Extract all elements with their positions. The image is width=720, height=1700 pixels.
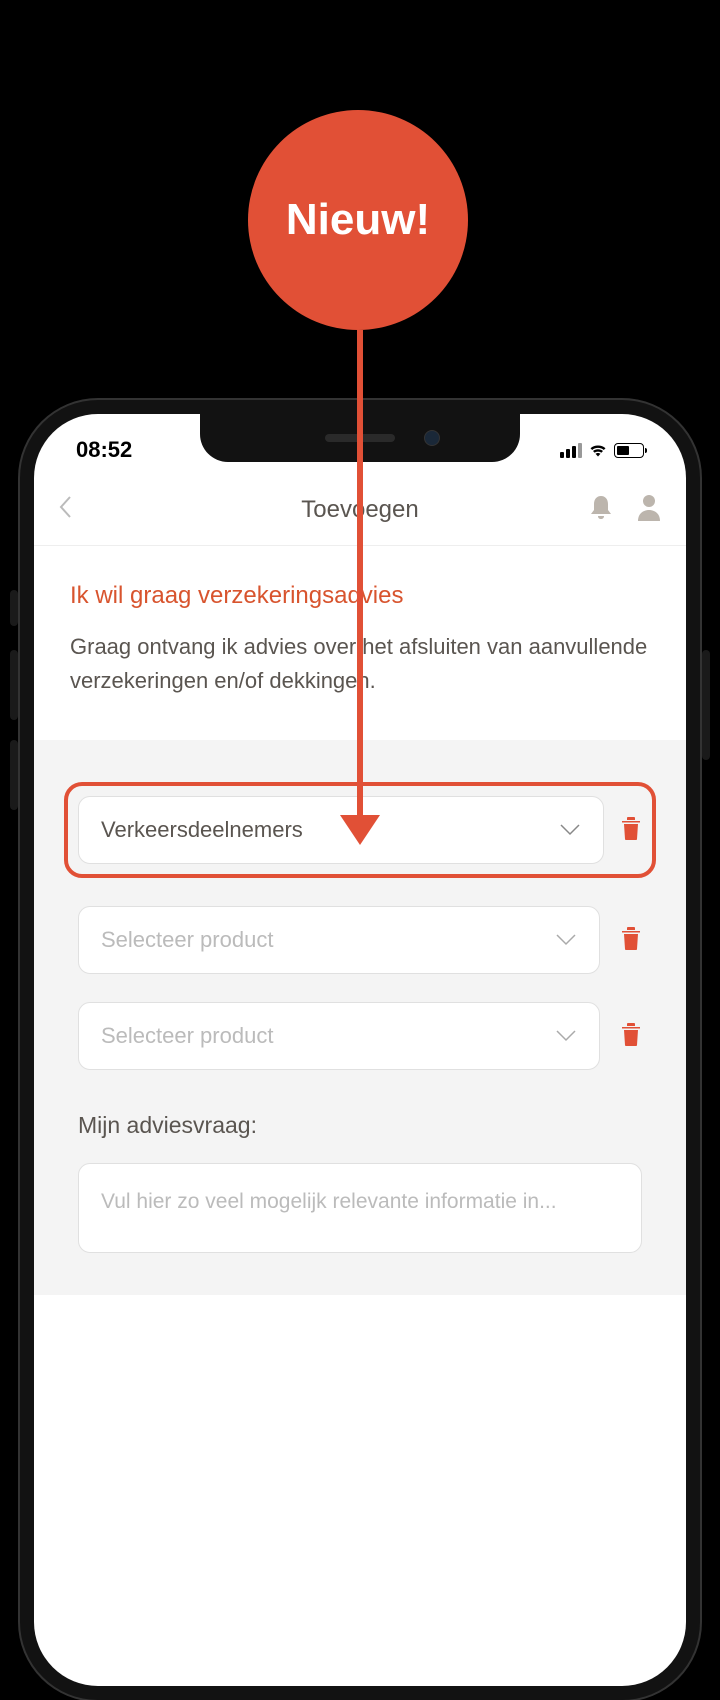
signal-icon <box>560 443 582 458</box>
status-icons <box>560 443 644 458</box>
delete-button[interactable] <box>620 815 642 846</box>
user-icon[interactable] <box>636 493 662 526</box>
bell-icon[interactable] <box>588 493 614 526</box>
phone-mute-switch <box>10 590 18 626</box>
back-button[interactable] <box>58 495 88 524</box>
dropdown-product-1[interactable]: Selecteer product <box>78 906 600 974</box>
callout-line <box>357 330 363 820</box>
battery-icon <box>614 443 644 458</box>
chevron-down-icon <box>555 927 577 953</box>
delete-button[interactable] <box>620 925 642 956</box>
dropdown-product-2[interactable]: Selecteer product <box>78 1002 600 1070</box>
camera-icon <box>424 430 440 446</box>
dropdown-placeholder: Selecteer product <box>101 927 273 953</box>
phone-power-button <box>702 650 710 760</box>
dropdown-value: Verkeersdeelnemers <box>101 817 303 843</box>
textarea-label: Mijn adviesvraag: <box>64 1112 656 1139</box>
dropdown-placeholder: Selecteer product <box>101 1023 273 1049</box>
chevron-down-icon <box>559 817 581 843</box>
status-time: 08:52 <box>76 437 132 463</box>
callout-badge: Nieuw! <box>248 110 468 330</box>
callout-text: Nieuw! <box>286 195 430 245</box>
phone-volume-up <box>10 650 18 720</box>
textarea-placeholder: Vul hier zo veel mogelijk relevante info… <box>101 1190 557 1213</box>
phone-volume-down <box>10 740 18 810</box>
dropdown-row: Selecteer product <box>64 906 656 974</box>
advice-textarea[interactable]: Vul hier zo veel mogelijk relevante info… <box>78 1163 642 1253</box>
delete-button[interactable] <box>620 1021 642 1052</box>
wifi-icon <box>588 443 608 458</box>
callout-arrow-icon <box>340 815 380 845</box>
chevron-down-icon <box>555 1023 577 1049</box>
dropdown-row: Selecteer product <box>64 1002 656 1070</box>
